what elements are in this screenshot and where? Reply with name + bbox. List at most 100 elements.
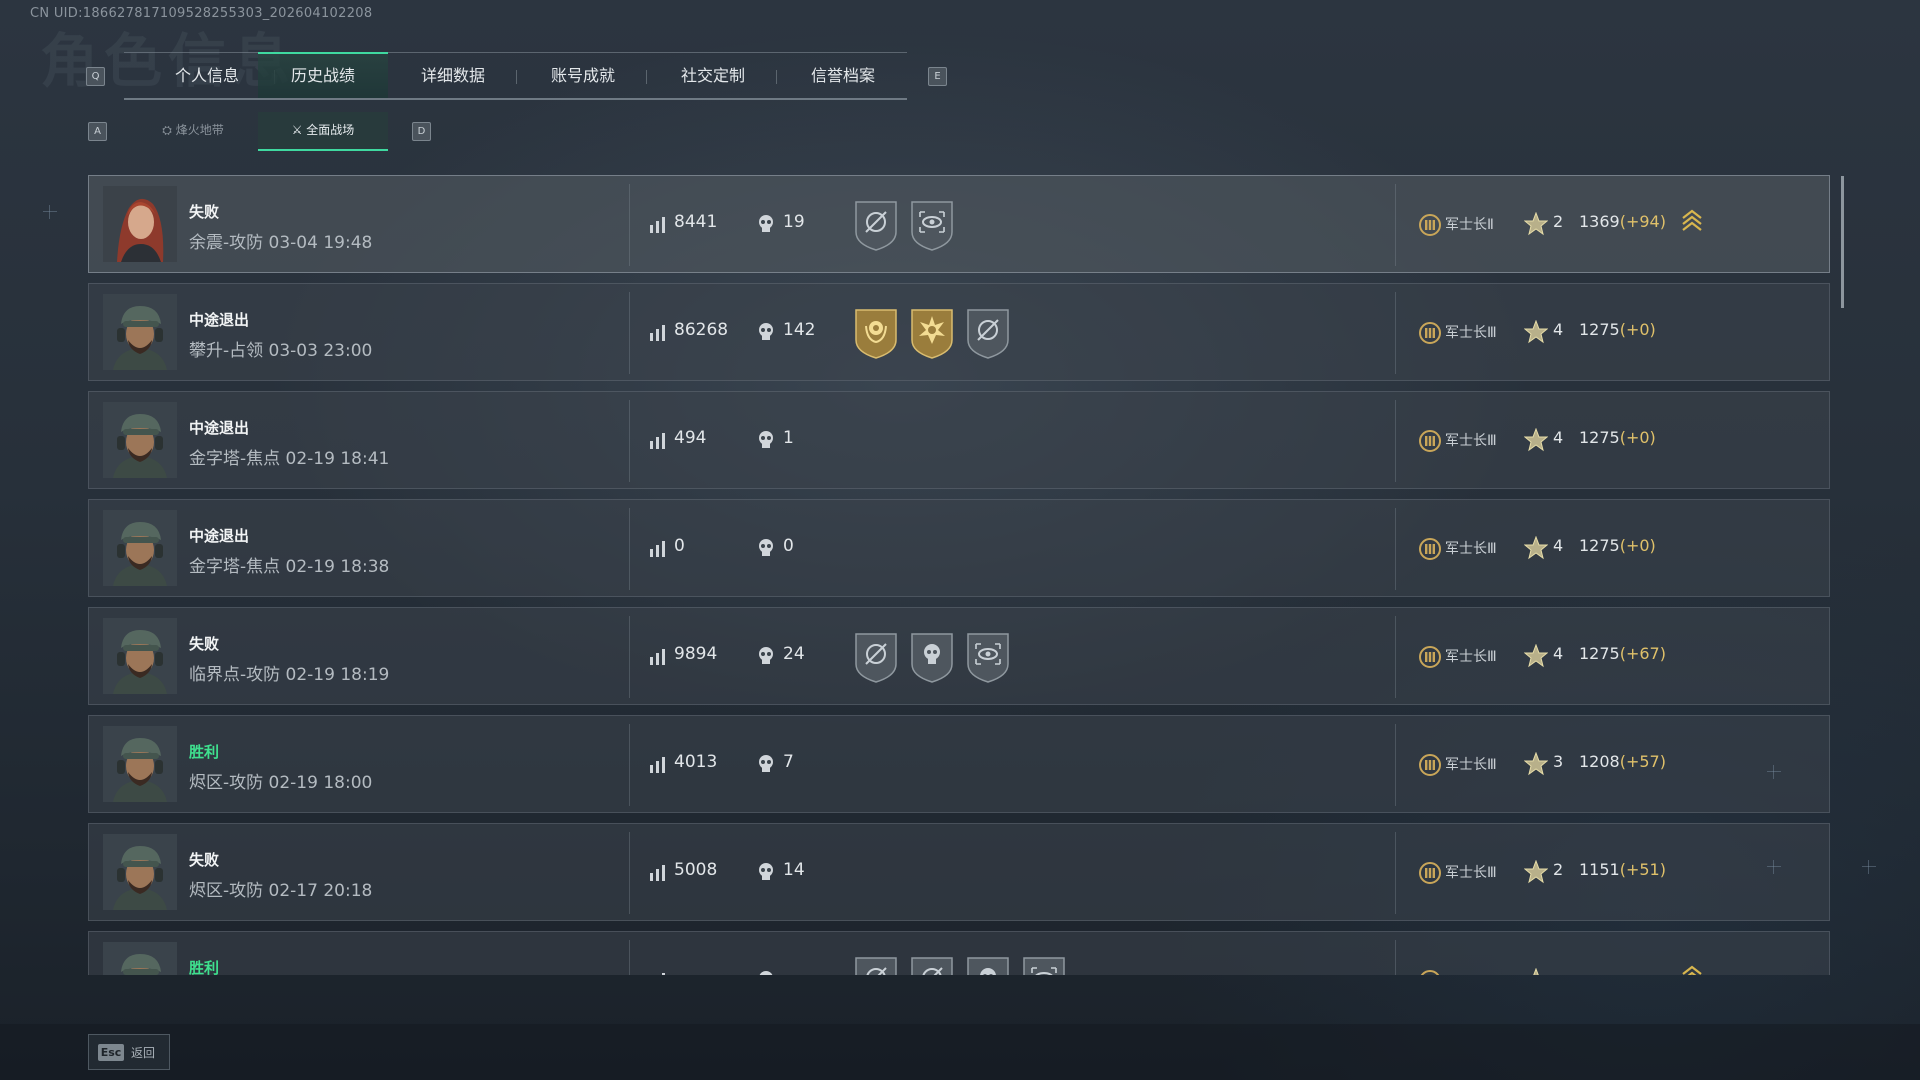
subtab-label: 全面战场: [306, 123, 355, 137]
subtab-battlefield[interactable]: ⚔ 全面战场: [258, 112, 388, 151]
eye-shield-icon[interactable]: [965, 630, 1011, 684]
match-map-time: 临界点-攻防 02-19 18:19: [189, 665, 390, 685]
row-divider: [629, 940, 630, 975]
rank-name: 军士长Ⅱ: [1445, 217, 1494, 233]
match-row[interactable]: 中途退出 金字塔-焦点 02-19 18:41 494 1 军士长Ⅲ 4 1275(+0): [88, 391, 1830, 489]
match-row[interactable]: 失败 余震-攻防 03-04 19:48 8441 19 军士长Ⅱ 2 1369(+94): [88, 175, 1830, 273]
rank-level: 4: [1553, 428, 1564, 447]
rank-rating: 1369(+94): [1579, 212, 1666, 231]
operator-avatar: [103, 402, 177, 478]
rank-insignia-icon: [1419, 430, 1441, 456]
star-icon: [1524, 967, 1548, 975]
operator-avatar: [103, 294, 177, 370]
match-row[interactable]: 胜利: [88, 931, 1830, 975]
decor-crosshair: [1767, 765, 1781, 779]
rating-value: 1369: [1579, 212, 1620, 231]
rank-insignia-icon: [1419, 322, 1441, 348]
tab-next-key[interactable]: E: [928, 67, 947, 86]
list-scrollbar[interactable]: [1841, 176, 1844, 308]
match-map-time: 余震-攻防 03-04 19:48: [189, 233, 373, 253]
match-row[interactable]: 失败 临界点-攻防 02-19 18:19 9894 24 军士长Ⅲ 4 1275(+67): [88, 607, 1830, 705]
match-score: 5008: [674, 860, 718, 880]
star-icon: [1523, 535, 1549, 564]
match-score: 8441: [674, 212, 718, 232]
eye-shield-icon[interactable]: [909, 198, 955, 252]
skull-shield-icon[interactable]: [909, 630, 955, 684]
row-divider: [1395, 724, 1396, 806]
tab-social[interactable]: 社交定制: [648, 52, 778, 100]
operator-avatar: [103, 618, 177, 694]
match-row[interactable]: 失败 烬区-攻防 02-17 20:18 5008 14 军士长Ⅲ 2 1151(+51): [88, 823, 1830, 921]
subtab-next-key[interactable]: D: [412, 122, 431, 141]
tab-match-history[interactable]: 历史战绩: [258, 52, 388, 100]
rank-name: 军士长Ⅲ: [1445, 649, 1497, 665]
battlefield-icon: ⚔: [291, 123, 303, 137]
back-button[interactable]: Esc 返回: [88, 1034, 170, 1070]
crosshair-shield-icon[interactable]: [965, 306, 1011, 360]
rating-value: 1275: [1579, 428, 1620, 447]
gold-wreath-badge-icon[interactable]: [853, 306, 899, 360]
rating-delta: (+0): [1619, 536, 1656, 555]
eye-shield-icon[interactable]: [1021, 954, 1067, 975]
row-divider: [629, 184, 630, 266]
score-icon: [649, 324, 667, 346]
crosshair-shield-icon[interactable]: [853, 198, 899, 252]
skull-shield-icon[interactable]: [965, 954, 1011, 975]
rank-rating: 1151(+51): [1579, 860, 1666, 879]
row-divider: [629, 724, 630, 806]
match-kills: 14: [783, 860, 805, 880]
rank-up-chevron-icon: [1681, 208, 1703, 238]
match-row[interactable]: 中途退出 攀升-占领 03-03 23:00 86268 142 军士长Ⅲ 4 1275(+…: [88, 283, 1830, 381]
star-icon: [1523, 211, 1549, 240]
tab-personal-info[interactable]: 个人信息: [142, 52, 272, 100]
tab-achievements[interactable]: 账号成就: [518, 52, 648, 100]
match-kills: 1: [783, 428, 794, 448]
star-icon: [1523, 751, 1549, 780]
rank-insignia-icon: [1419, 646, 1441, 672]
rank-insignia-icon: [1419, 538, 1441, 564]
tab-credit-record[interactable]: 信誉档案: [778, 52, 908, 100]
gold-explosion-badge-icon[interactable]: [909, 306, 955, 360]
subtab-label: 烽火地带: [175, 123, 224, 137]
match-map-time: 金字塔-焦点 02-19 18:41: [189, 449, 390, 469]
rank-rating: 1208(+57): [1579, 752, 1666, 771]
rank-name: 军士长Ⅲ: [1445, 865, 1497, 881]
decor-crosshair: [43, 205, 57, 219]
rating-delta: (+51): [1619, 860, 1666, 879]
score-icon: [649, 540, 667, 562]
esc-keycap: Esc: [98, 1044, 124, 1061]
score-icon: [649, 864, 667, 886]
row-divider: [1395, 400, 1396, 482]
match-row[interactable]: 中途退出 金字塔-焦点 02-19 18:38 0 0 军士长Ⅲ 4 1275(+0): [88, 499, 1830, 597]
rank-name: 军士长Ⅲ: [1445, 433, 1497, 449]
subtab-warzone[interactable]: ⛭ 烽火地带: [128, 112, 258, 149]
kills-skull-icon: [757, 538, 775, 562]
score-icon: [649, 972, 667, 975]
rank-insignia-icon: [1419, 862, 1441, 888]
tabbar-underline: [124, 98, 907, 100]
row-divider: [1395, 616, 1396, 698]
rating-delta: (+94): [1619, 212, 1666, 231]
match-map-time: 攀升-占领 03-03 23:00: [189, 341, 373, 361]
row-divider: [629, 292, 630, 374]
row-divider: [629, 616, 630, 698]
rank-level: 3: [1553, 752, 1564, 771]
row-divider: [1395, 184, 1396, 266]
rating-value: 1275: [1579, 320, 1620, 339]
tab-prev-key[interactable]: Q: [86, 67, 105, 86]
crosshair-shield-icon[interactable]: [853, 630, 899, 684]
tab-separator: [516, 70, 517, 84]
match-row[interactable]: 胜利 烬区-攻防 02-19 18:00 4013 7 军士长Ⅲ 3 1208(+57): [88, 715, 1830, 813]
crosshair-shield-icon[interactable]: [853, 954, 899, 975]
kills-skull-icon: [757, 646, 775, 670]
tab-detailed-data[interactable]: 详细数据: [388, 52, 518, 100]
rank-level: 2: [1553, 212, 1564, 231]
rating-delta: (+67): [1619, 644, 1666, 663]
rank-up-chevron-icon: [1681, 964, 1703, 975]
main-tabbar: Q 个人信息 历史战绩 详细数据 账号成就 社交定制 信誉档案 E: [84, 52, 947, 100]
rating-value: 1275: [1579, 536, 1620, 555]
crosshair-shield-icon[interactable]: [909, 954, 955, 975]
match-map-time: 烬区-攻防 02-17 20:18: [189, 881, 373, 901]
subtab-prev-key[interactable]: A: [88, 122, 107, 141]
match-score: 4013: [674, 752, 718, 772]
